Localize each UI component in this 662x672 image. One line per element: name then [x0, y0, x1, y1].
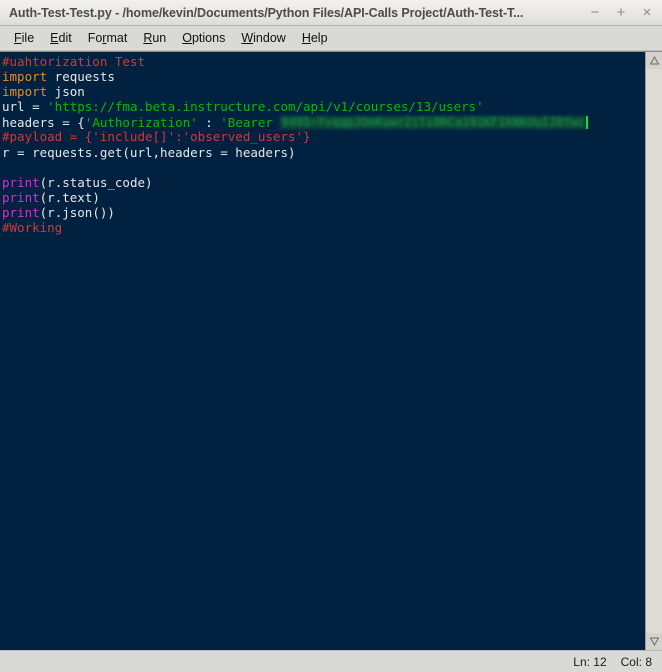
code-line: print(r.json())	[2, 205, 645, 220]
code-line: headers = {'Authorization' : 'Bearer 949…	[2, 114, 645, 131]
code-token-plain: (r.json())	[39, 204, 115, 220]
code-token-builtin: print	[2, 174, 40, 190]
menu-item-run[interactable]: Run	[135, 29, 174, 47]
menu-item-window[interactable]: Window	[233, 29, 293, 47]
code-line: import json	[2, 84, 645, 99]
code-line: import requests	[2, 69, 645, 84]
code-token-plain: (r.text)	[39, 189, 100, 205]
menu-item-format[interactable]: Format	[80, 29, 136, 47]
code-token-plain: url =	[2, 99, 48, 115]
window-controls: − + ×	[582, 1, 660, 25]
vertical-scrollbar[interactable]	[645, 52, 662, 650]
code-line: url = 'https://fma.beta.instructure.com/…	[2, 99, 645, 114]
menu-item-options[interactable]: Options	[174, 29, 233, 47]
code-token-plain: headers = {	[2, 115, 85, 131]
code-token-keyword: import	[2, 69, 48, 85]
redacted-token: 9495~YvqqpJOeKuwr2iTi0RCa191KF1kNkUuIJ8Y…	[280, 116, 586, 130]
scroll-up-arrow-icon[interactable]	[646, 52, 662, 69]
code-token-keyword: import	[2, 84, 48, 100]
code-token-string: 'Authorization'	[84, 115, 198, 131]
code-token-string: 'https://fma.beta.instructure.com/api/v1…	[47, 99, 484, 115]
code-token-builtin: print	[2, 189, 40, 205]
code-line: #uahtorization Test	[2, 54, 645, 69]
code-line: print(r.status_code)	[2, 175, 645, 190]
code-line: #Working	[2, 220, 645, 235]
code-text-area[interactable]: #uahtorization Test import requests import…	[0, 52, 645, 650]
editor-container: #uahtorization Test import requests import…	[0, 51, 662, 650]
code-line: print(r.text)	[2, 190, 645, 205]
code-token-plain: :	[197, 115, 221, 131]
title-bar[interactable]: Auth-Test-Test.py - /home/kevin/Document…	[0, 0, 662, 26]
code-token-plain: json	[47, 84, 85, 100]
status-line-number: Ln: 12	[573, 654, 607, 669]
status-bar: Ln: 12 Col: 8	[0, 650, 662, 672]
status-column-number: Col: 8	[620, 654, 652, 669]
code-token-builtin: print	[2, 204, 40, 220]
code-token-plain: requests	[47, 69, 115, 85]
code-line: #payload = {'include[]':'observed_users'…	[2, 129, 645, 144]
minimize-button[interactable]: −	[582, 1, 608, 25]
window-title: Auth-Test-Test.py - /home/kevin/Document…	[9, 5, 524, 20]
close-button[interactable]: ×	[634, 1, 660, 25]
idle-editor-window: Auth-Test-Test.py - /home/kevin/Document…	[0, 0, 662, 672]
code-token-comment: #payload = {'include[]':'observed_users'…	[2, 129, 311, 145]
code-token-plain: r = requests.get(url,headers = headers)	[2, 144, 296, 160]
code-token-comment: #Working	[2, 220, 63, 236]
menu-item-edit[interactable]: Edit	[42, 29, 80, 47]
scroll-down-arrow-icon[interactable]	[646, 633, 662, 650]
menu-bar: File Edit Format Run Options Window Help	[0, 26, 662, 51]
menu-item-file[interactable]: File	[6, 29, 42, 47]
code-line: r = requests.get(url,headers = headers)	[2, 145, 645, 160]
code-token-string: 'Bearer	[220, 115, 281, 131]
menu-item-help[interactable]: Help	[294, 29, 336, 47]
code-token-comment: #uahtorization Test	[2, 54, 145, 69]
text-caret	[585, 116, 588, 130]
maximize-button[interactable]: +	[608, 1, 634, 25]
scrollbar-track[interactable]	[646, 69, 662, 633]
code-token-plain: (r.status_code)	[39, 174, 153, 190]
source-code: #uahtorization Test import requests import…	[2, 54, 645, 235]
